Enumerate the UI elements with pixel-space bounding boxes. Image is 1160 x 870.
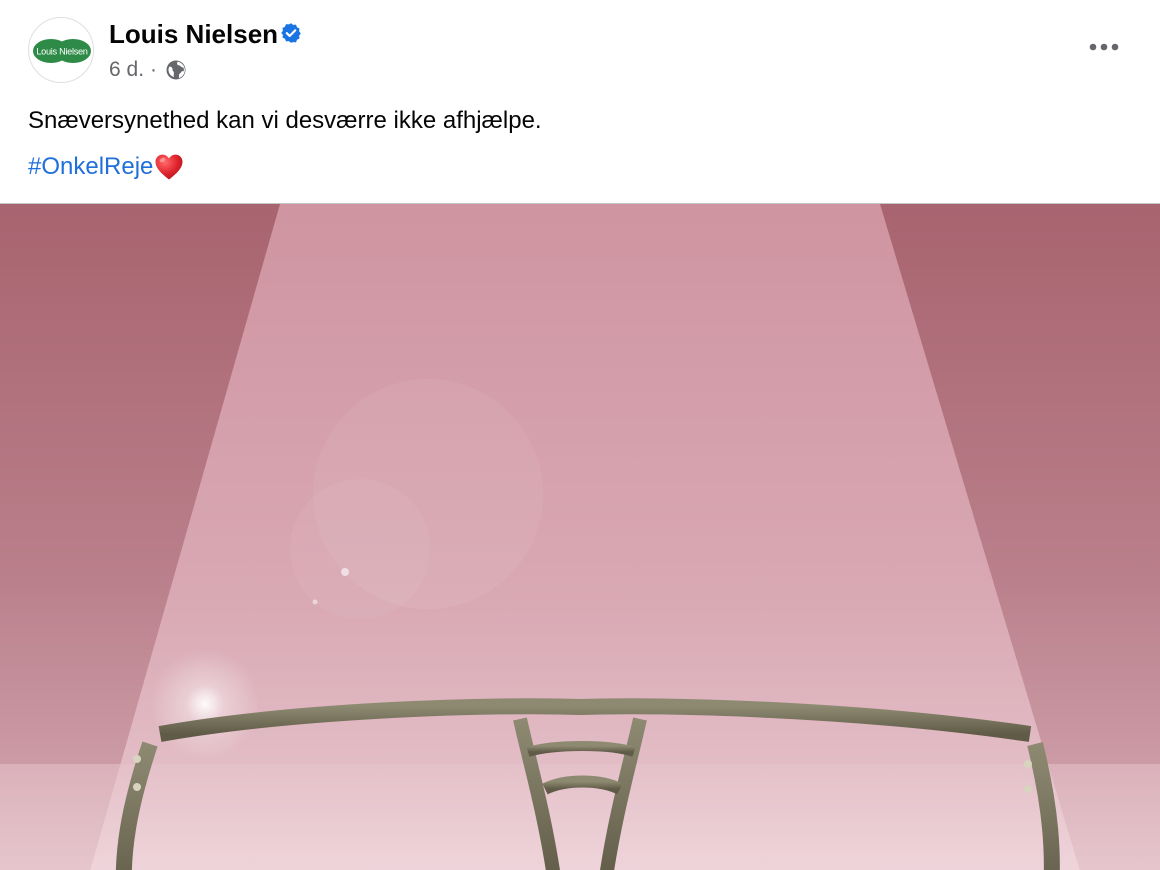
page-avatar[interactable]: Louis Nielsen bbox=[28, 17, 94, 83]
verified-badge-icon bbox=[281, 23, 301, 43]
more-options-icon bbox=[1089, 43, 1119, 51]
svg-text:Louis Nielsen: Louis Nielsen bbox=[36, 47, 87, 57]
post-timestamp[interactable]: 6 d. bbox=[109, 58, 144, 82]
post-caption: Snæversynethed kan vi desværre ikke afhj… bbox=[28, 107, 542, 134]
globe-icon bbox=[166, 60, 186, 80]
more-options-button[interactable] bbox=[1084, 34, 1124, 60]
louis-nielsen-logo: Louis Nielsen bbox=[33, 39, 91, 63]
page-name[interactable]: Louis Nielsen bbox=[109, 19, 278, 49]
post-image[interactable] bbox=[0, 203, 1160, 870]
heart-emoji-icon bbox=[155, 154, 183, 180]
hashtag-text[interactable]: #OnkelReje bbox=[28, 152, 153, 182]
post-meta: 6 d. · bbox=[109, 56, 187, 84]
meta-separator: · bbox=[150, 58, 158, 81]
post-header: Louis Nielsen Louis Nielsen 6 d. · bbox=[0, 0, 1160, 100]
facebook-post: Louis Nielsen Louis Nielsen 6 d. · Snæve… bbox=[0, 0, 1160, 870]
hashtag-link[interactable]: #OnkelReje bbox=[28, 152, 184, 182]
glasses-photo bbox=[0, 204, 1160, 870]
